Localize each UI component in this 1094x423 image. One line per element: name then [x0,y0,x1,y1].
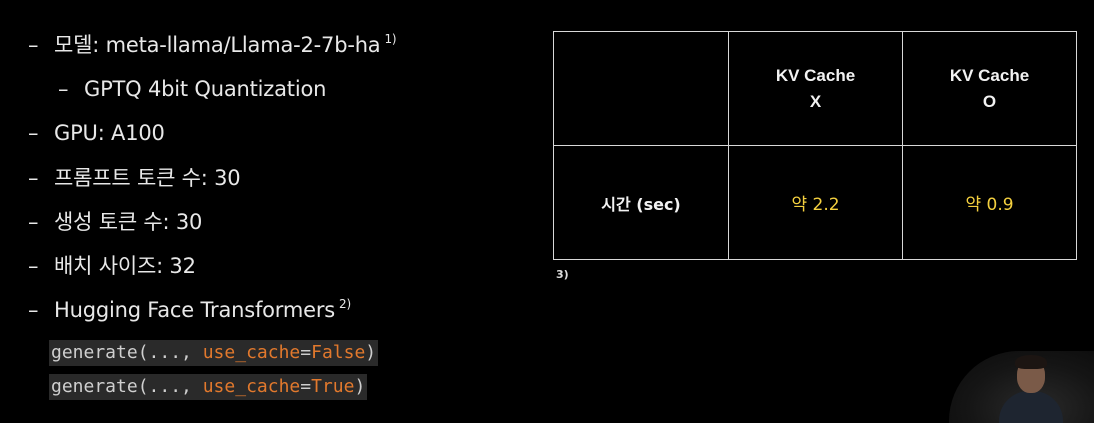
speaker-hair [1015,355,1047,369]
footnote-ref-1: 1) [384,32,397,46]
value-kv-cache-off: 약 2.2 [728,145,903,260]
code-prefix: generate(..., [51,342,203,363]
row-label-time: 시간 (sec) [553,145,729,260]
header-kv-cache-off: KV Cache X [728,31,903,146]
bullet-quantization: – GPTQ 4bit Quantization [58,76,326,102]
bullet-model-text: 모델: meta-llama/Llama-2-7b-ha [54,33,381,57]
bullet-dash: – [28,166,39,190]
bullet-dash: – [28,254,39,278]
header-kv-cache-off-line1: KV Cache [775,65,856,85]
code-eq: = [300,376,312,397]
table-row-time: 시간 (sec) 약 2.2 약 0.9 [553,145,1077,260]
bullet-generated-tokens-text: 생성 토큰 수: 30 [54,210,203,234]
speaker-body [999,391,1063,423]
code-line-cache-true: generate(..., use_cache=True) [49,374,368,400]
bullet-dash: – [28,121,39,145]
code-suffix: ) [354,376,366,397]
header-kv-cache-on: KV Cache O [902,31,1077,146]
bullet-dash: – [58,77,69,101]
bullet-gpu-text: GPU: A100 [54,121,165,145]
code-suffix: ) [365,342,377,363]
code-param: use_cache [202,342,301,363]
bullet-model: – 모델: meta-llama/Llama-2-7b-ha 1) [28,32,397,61]
header-kv-cache-on-line2: O [982,91,997,111]
table-header-row: KV Cache X KV Cache O [553,31,1077,146]
footnote-ref-2: 2) [339,297,351,311]
header-kv-cache-off-line2: X [809,91,822,111]
footnote-ref-3: 3) [556,268,569,281]
bullet-dash: – [28,210,39,234]
comparison-table: KV Cache X KV Cache O 시간 (sec) 약 2.2 약 0… [553,31,1077,260]
bullet-dash: – [28,33,39,57]
bullet-quantization-text: GPTQ 4bit Quantization [84,77,327,101]
code-value: True [311,376,355,397]
code-value: False [311,342,366,363]
header-kv-cache-on-line1: KV Cache [949,65,1030,85]
bullet-batch-size: – 배치 사이즈: 32 [28,253,196,279]
bullet-generated-tokens: – 생성 토큰 수: 30 [28,209,202,235]
code-param: use_cache [202,376,301,397]
bullet-huggingface-text: Hugging Face Transformers [54,298,336,322]
bullet-batch-size-text: 배치 사이즈: 32 [54,254,196,278]
bullet-gpu: – GPU: A100 [28,120,165,146]
bullet-dash: – [28,298,39,322]
code-eq: = [300,342,312,363]
code-prefix: generate(..., [51,376,203,397]
speaker-video-thumbnail [949,351,1094,423]
value-kv-cache-on: 약 0.9 [902,145,1077,260]
bullet-prompt-tokens: – 프롬프트 토큰 수: 30 [28,165,241,191]
code-line-cache-false: generate(..., use_cache=False) [49,340,379,366]
bullet-prompt-tokens-text: 프롬프트 토큰 수: 30 [54,166,241,190]
bullet-huggingface: – Hugging Face Transformers 2) [28,297,351,326]
table-corner-cell [553,31,729,146]
